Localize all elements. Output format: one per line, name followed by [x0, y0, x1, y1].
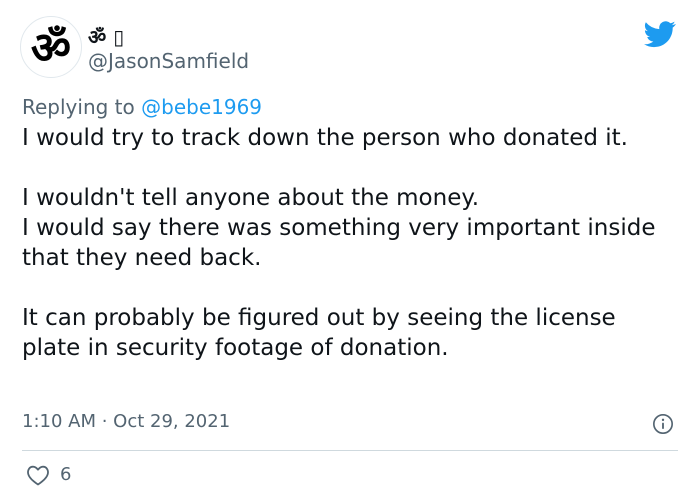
reply-context: Replying to @bebe1969	[22, 93, 262, 121]
tweet-line: I would say there was something very imp…	[22, 215, 656, 271]
twitter-bird-icon[interactable]	[644, 18, 676, 50]
tweet-line: I would try to track down the person who…	[22, 125, 628, 151]
avatar[interactable]: ॐ	[20, 16, 82, 78]
om-symbol-icon: ॐ	[31, 23, 71, 74]
reply-prefix: Replying to	[22, 95, 135, 119]
tweet-timestamp[interactable]: 1:10 AM · Oct 29, 2021	[22, 408, 230, 436]
like-count: 6	[60, 464, 72, 485]
display-name[interactable]: ॐ ▯	[88, 25, 124, 49]
svg-text:ॐ: ॐ	[31, 23, 71, 74]
like-button[interactable]: 6	[26, 462, 71, 488]
tweet-card: ॐ ॐ ▯ @JasonSamfield Replying to @bebe19…	[0, 0, 700, 502]
heart-icon	[27, 465, 49, 486]
info-icon[interactable]	[652, 413, 674, 435]
tweet-line: I wouldn't tell anyone about the money.	[22, 185, 480, 211]
reply-mention-link[interactable]: @bebe1969	[141, 95, 262, 119]
user-handle[interactable]: @JasonSamfield	[88, 49, 249, 73]
divider	[22, 450, 678, 451]
tweet-line: It can probably be figured out by seeing…	[22, 305, 616, 361]
tweet-body: I would try to track down the person who…	[22, 123, 672, 363]
